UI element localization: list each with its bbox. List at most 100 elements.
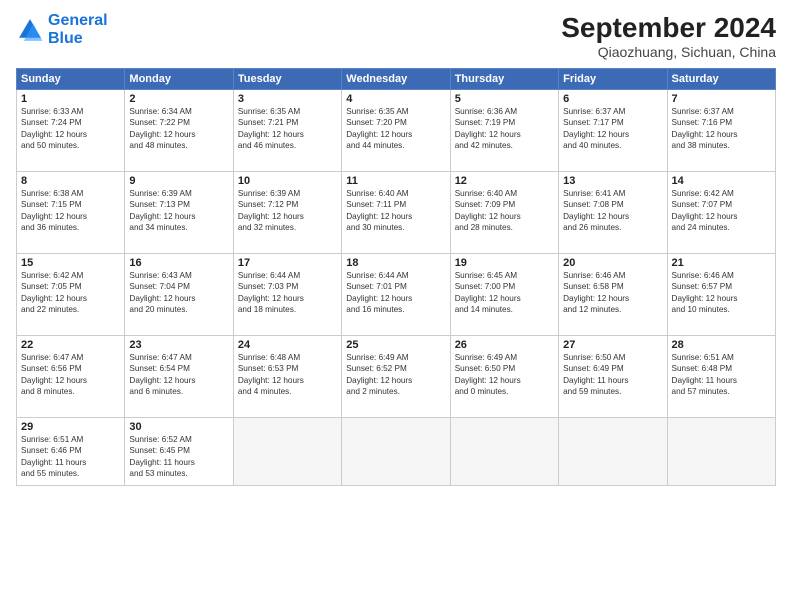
table-row: 17Sunrise: 6:44 AM Sunset: 7:03 PM Dayli… bbox=[233, 254, 341, 336]
table-row: 1Sunrise: 6:33 AM Sunset: 7:24 PM Daylig… bbox=[17, 90, 125, 172]
day-number: 22 bbox=[21, 339, 120, 351]
day-number: 26 bbox=[455, 339, 554, 351]
table-row: 4Sunrise: 6:35 AM Sunset: 7:20 PM Daylig… bbox=[342, 90, 450, 172]
calendar-title: September 2024 bbox=[561, 12, 776, 44]
day-info: Sunrise: 6:42 AM Sunset: 7:07 PM Dayligh… bbox=[672, 188, 771, 234]
day-number: 28 bbox=[672, 339, 771, 351]
day-number: 25 bbox=[346, 339, 445, 351]
day-number: 7 bbox=[672, 93, 771, 105]
day-info: Sunrise: 6:46 AM Sunset: 6:58 PM Dayligh… bbox=[563, 270, 662, 316]
day-number: 6 bbox=[563, 93, 662, 105]
day-number: 23 bbox=[129, 339, 228, 351]
col-sunday: Sunday bbox=[17, 69, 125, 90]
day-number: 13 bbox=[563, 175, 662, 187]
table-row: 13Sunrise: 6:41 AM Sunset: 7:08 PM Dayli… bbox=[559, 172, 667, 254]
logo-text: General Blue bbox=[48, 12, 108, 47]
day-number: 9 bbox=[129, 175, 228, 187]
table-row: 10Sunrise: 6:39 AM Sunset: 7:12 PM Dayli… bbox=[233, 172, 341, 254]
day-info: Sunrise: 6:45 AM Sunset: 7:00 PM Dayligh… bbox=[455, 270, 554, 316]
table-row bbox=[667, 418, 775, 486]
day-number: 27 bbox=[563, 339, 662, 351]
day-info: Sunrise: 6:52 AM Sunset: 6:45 PM Dayligh… bbox=[129, 434, 228, 480]
calendar-table: Sunday Monday Tuesday Wednesday Thursday… bbox=[16, 68, 776, 486]
logo-general: General bbox=[48, 12, 108, 29]
day-info: Sunrise: 6:51 AM Sunset: 6:46 PM Dayligh… bbox=[21, 434, 120, 480]
day-info: Sunrise: 6:44 AM Sunset: 7:03 PM Dayligh… bbox=[238, 270, 337, 316]
col-wednesday: Wednesday bbox=[342, 69, 450, 90]
col-tuesday: Tuesday bbox=[233, 69, 341, 90]
logo-blue: Blue bbox=[48, 30, 83, 47]
day-number: 20 bbox=[563, 257, 662, 269]
table-row: 29Sunrise: 6:51 AM Sunset: 6:46 PM Dayli… bbox=[17, 418, 125, 486]
table-row: 11Sunrise: 6:40 AM Sunset: 7:11 PM Dayli… bbox=[342, 172, 450, 254]
day-info: Sunrise: 6:46 AM Sunset: 6:57 PM Dayligh… bbox=[672, 270, 771, 316]
day-info: Sunrise: 6:33 AM Sunset: 7:24 PM Dayligh… bbox=[21, 106, 120, 152]
day-number: 19 bbox=[455, 257, 554, 269]
col-thursday: Thursday bbox=[450, 69, 558, 90]
day-number: 14 bbox=[672, 175, 771, 187]
col-monday: Monday bbox=[125, 69, 233, 90]
day-info: Sunrise: 6:49 AM Sunset: 6:50 PM Dayligh… bbox=[455, 352, 554, 398]
day-info: Sunrise: 6:44 AM Sunset: 7:01 PM Dayligh… bbox=[346, 270, 445, 316]
col-friday: Friday bbox=[559, 69, 667, 90]
table-row bbox=[450, 418, 558, 486]
table-row: 2Sunrise: 6:34 AM Sunset: 7:22 PM Daylig… bbox=[125, 90, 233, 172]
day-info: Sunrise: 6:50 AM Sunset: 6:49 PM Dayligh… bbox=[563, 352, 662, 398]
day-number: 12 bbox=[455, 175, 554, 187]
table-row bbox=[342, 418, 450, 486]
day-number: 2 bbox=[129, 93, 228, 105]
day-info: Sunrise: 6:37 AM Sunset: 7:17 PM Dayligh… bbox=[563, 106, 662, 152]
day-number: 11 bbox=[346, 175, 445, 187]
day-number: 29 bbox=[21, 421, 120, 433]
logo-icon bbox=[16, 16, 44, 44]
day-number: 24 bbox=[238, 339, 337, 351]
table-row: 9Sunrise: 6:39 AM Sunset: 7:13 PM Daylig… bbox=[125, 172, 233, 254]
logo: General Blue bbox=[16, 12, 108, 47]
table-row: 30Sunrise: 6:52 AM Sunset: 6:45 PM Dayli… bbox=[125, 418, 233, 486]
table-row: 6Sunrise: 6:37 AM Sunset: 7:17 PM Daylig… bbox=[559, 90, 667, 172]
day-number: 5 bbox=[455, 93, 554, 105]
day-info: Sunrise: 6:40 AM Sunset: 7:09 PM Dayligh… bbox=[455, 188, 554, 234]
day-info: Sunrise: 6:47 AM Sunset: 6:54 PM Dayligh… bbox=[129, 352, 228, 398]
day-number: 3 bbox=[238, 93, 337, 105]
day-number: 4 bbox=[346, 93, 445, 105]
table-row: 23Sunrise: 6:47 AM Sunset: 6:54 PM Dayli… bbox=[125, 336, 233, 418]
table-row: 14Sunrise: 6:42 AM Sunset: 7:07 PM Dayli… bbox=[667, 172, 775, 254]
table-row: 18Sunrise: 6:44 AM Sunset: 7:01 PM Dayli… bbox=[342, 254, 450, 336]
table-row: 5Sunrise: 6:36 AM Sunset: 7:19 PM Daylig… bbox=[450, 90, 558, 172]
day-info: Sunrise: 6:37 AM Sunset: 7:16 PM Dayligh… bbox=[672, 106, 771, 152]
table-row: 26Sunrise: 6:49 AM Sunset: 6:50 PM Dayli… bbox=[450, 336, 558, 418]
day-info: Sunrise: 6:49 AM Sunset: 6:52 PM Dayligh… bbox=[346, 352, 445, 398]
table-row: 16Sunrise: 6:43 AM Sunset: 7:04 PM Dayli… bbox=[125, 254, 233, 336]
table-row: 12Sunrise: 6:40 AM Sunset: 7:09 PM Dayli… bbox=[450, 172, 558, 254]
header: General Blue September 2024 Qiaozhuang, … bbox=[16, 12, 776, 60]
table-row: 27Sunrise: 6:50 AM Sunset: 6:49 PM Dayli… bbox=[559, 336, 667, 418]
day-info: Sunrise: 6:48 AM Sunset: 6:53 PM Dayligh… bbox=[238, 352, 337, 398]
day-number: 21 bbox=[672, 257, 771, 269]
day-info: Sunrise: 6:39 AM Sunset: 7:12 PM Dayligh… bbox=[238, 188, 337, 234]
table-row: 3Sunrise: 6:35 AM Sunset: 7:21 PM Daylig… bbox=[233, 90, 341, 172]
day-number: 18 bbox=[346, 257, 445, 269]
table-row: 8Sunrise: 6:38 AM Sunset: 7:15 PM Daylig… bbox=[17, 172, 125, 254]
day-number: 16 bbox=[129, 257, 228, 269]
day-number: 15 bbox=[21, 257, 120, 269]
col-saturday: Saturday bbox=[667, 69, 775, 90]
day-number: 30 bbox=[129, 421, 228, 433]
table-row: 21Sunrise: 6:46 AM Sunset: 6:57 PM Dayli… bbox=[667, 254, 775, 336]
day-number: 10 bbox=[238, 175, 337, 187]
day-info: Sunrise: 6:47 AM Sunset: 6:56 PM Dayligh… bbox=[21, 352, 120, 398]
table-row: 24Sunrise: 6:48 AM Sunset: 6:53 PM Dayli… bbox=[233, 336, 341, 418]
table-row: 20Sunrise: 6:46 AM Sunset: 6:58 PM Dayli… bbox=[559, 254, 667, 336]
day-info: Sunrise: 6:41 AM Sunset: 7:08 PM Dayligh… bbox=[563, 188, 662, 234]
table-row: 25Sunrise: 6:49 AM Sunset: 6:52 PM Dayli… bbox=[342, 336, 450, 418]
day-info: Sunrise: 6:38 AM Sunset: 7:15 PM Dayligh… bbox=[21, 188, 120, 234]
table-row: 15Sunrise: 6:42 AM Sunset: 7:05 PM Dayli… bbox=[17, 254, 125, 336]
day-info: Sunrise: 6:34 AM Sunset: 7:22 PM Dayligh… bbox=[129, 106, 228, 152]
day-info: Sunrise: 6:39 AM Sunset: 7:13 PM Dayligh… bbox=[129, 188, 228, 234]
calendar-header-row: Sunday Monday Tuesday Wednesday Thursday… bbox=[17, 69, 776, 90]
table-row: 28Sunrise: 6:51 AM Sunset: 6:48 PM Dayli… bbox=[667, 336, 775, 418]
day-number: 8 bbox=[21, 175, 120, 187]
day-number: 1 bbox=[21, 93, 120, 105]
day-info: Sunrise: 6:40 AM Sunset: 7:11 PM Dayligh… bbox=[346, 188, 445, 234]
calendar-subtitle: Qiaozhuang, Sichuan, China bbox=[561, 44, 776, 60]
